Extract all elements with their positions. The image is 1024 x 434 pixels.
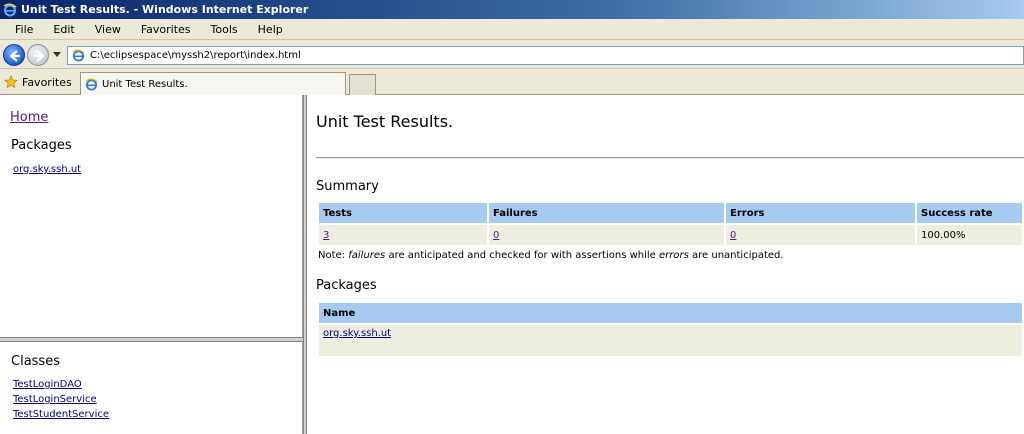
cell-failures: 0 <box>489 225 724 245</box>
tests-count-link[interactable]: 3 <box>323 230 329 241</box>
menu-tools[interactable]: Tools <box>200 23 247 36</box>
menu-edit[interactable]: Edit <box>42 23 83 36</box>
header-success-rate: Success rate <box>917 203 1022 223</box>
summary-note: Note: failures are anticipated and check… <box>318 250 784 261</box>
window-title: Unit Test Results. - Windows Internet Ex… <box>21 3 309 16</box>
note-errors: errors <box>659 250 689 261</box>
packages-table: Name org.sky.ssh.ut <box>317 301 1024 358</box>
class-link-testloginservice[interactable]: TestLoginService <box>13 394 97 405</box>
cell-tests: 3 <box>319 225 487 245</box>
cell-errors: 0 <box>726 225 915 245</box>
back-button[interactable] <box>3 44 25 66</box>
recent-pages-dropdown[interactable] <box>53 52 61 57</box>
header-failures: Failures <box>489 203 724 223</box>
favorites-button[interactable]: Favorites <box>4 74 72 90</box>
menu-favorites[interactable]: Favorites <box>130 23 200 36</box>
packages-header-row: Name <box>319 303 1022 323</box>
class-link-testlogindao[interactable]: TestLoginDAO <box>13 379 82 390</box>
page-title: Unit Test Results. <box>316 112 454 131</box>
url-input[interactable] <box>90 50 990 61</box>
ie-icon <box>85 78 98 91</box>
favorites-label: Favorites <box>22 75 72 89</box>
package-cell: org.sky.ssh.ut <box>319 325 1022 356</box>
star-icon <box>4 75 18 89</box>
title-bar: Unit Test Results. - Windows Internet Ex… <box>0 0 1024 19</box>
ie-icon <box>72 49 85 62</box>
class-link-teststudentservice[interactable]: TestStudentService <box>13 409 109 420</box>
note-failures: failures <box>348 250 386 261</box>
classes-heading: Classes <box>11 354 60 369</box>
header-tests: Tests <box>319 203 487 223</box>
summary-value-row: 3 0 0 100.00% <box>319 225 1022 245</box>
summary-table: Tests Failures Errors Success rate 3 0 0… <box>317 201 1024 247</box>
tab-unit-test-results[interactable]: Unit Test Results. <box>80 72 346 95</box>
menu-view[interactable]: View <box>84 23 130 36</box>
forward-arrow-icon <box>34 50 45 62</box>
left-packages-heading: Packages <box>11 138 72 153</box>
menu-help[interactable]: Help <box>247 23 292 36</box>
note-middle: are anticipated and checked for with ass… <box>385 250 659 261</box>
note-suffix: are unanticipated. <box>688 250 784 261</box>
table-row: org.sky.ssh.ut <box>319 325 1022 356</box>
package-link[interactable]: org.sky.ssh.ut <box>323 328 391 339</box>
packages-heading: Packages <box>316 278 377 293</box>
forward-button[interactable] <box>27 44 49 66</box>
home-link[interactable]: Home <box>10 110 48 125</box>
main-frame: Unit Test Results. Summary Tests Failure… <box>307 95 1024 434</box>
note-prefix: Note: <box>318 250 349 261</box>
menu-file[interactable]: File <box>4 23 42 36</box>
ie-icon <box>3 3 17 16</box>
favorites-bar: Favorites Unit Test Results. <box>0 69 1024 95</box>
failures-count-link[interactable]: 0 <box>493 230 499 241</box>
menu-bar: File Edit View Favorites Tools Help <box>0 19 1024 40</box>
left-frame-top: Home Packages org.sky.ssh.ut <box>0 95 303 340</box>
header-errors: Errors <box>726 203 915 223</box>
address-bar <box>0 40 1024 69</box>
back-arrow-icon <box>9 50 20 62</box>
cell-success-rate: 100.00% <box>917 225 1022 245</box>
tab-title: Unit Test Results. <box>102 78 188 90</box>
summary-header-row: Tests Failures Errors Success rate <box>319 203 1022 223</box>
url-box[interactable] <box>67 46 1024 65</box>
header-name: Name <box>319 303 1022 323</box>
title-divider <box>316 157 1024 159</box>
new-tab-button[interactable] <box>349 74 376 95</box>
errors-count-link[interactable]: 0 <box>730 230 736 241</box>
left-frame-bottom: Classes TestLoginDAO TestLoginService Te… <box>0 342 303 434</box>
left-package-link[interactable]: org.sky.ssh.ut <box>13 164 81 175</box>
summary-heading: Summary <box>316 179 379 194</box>
